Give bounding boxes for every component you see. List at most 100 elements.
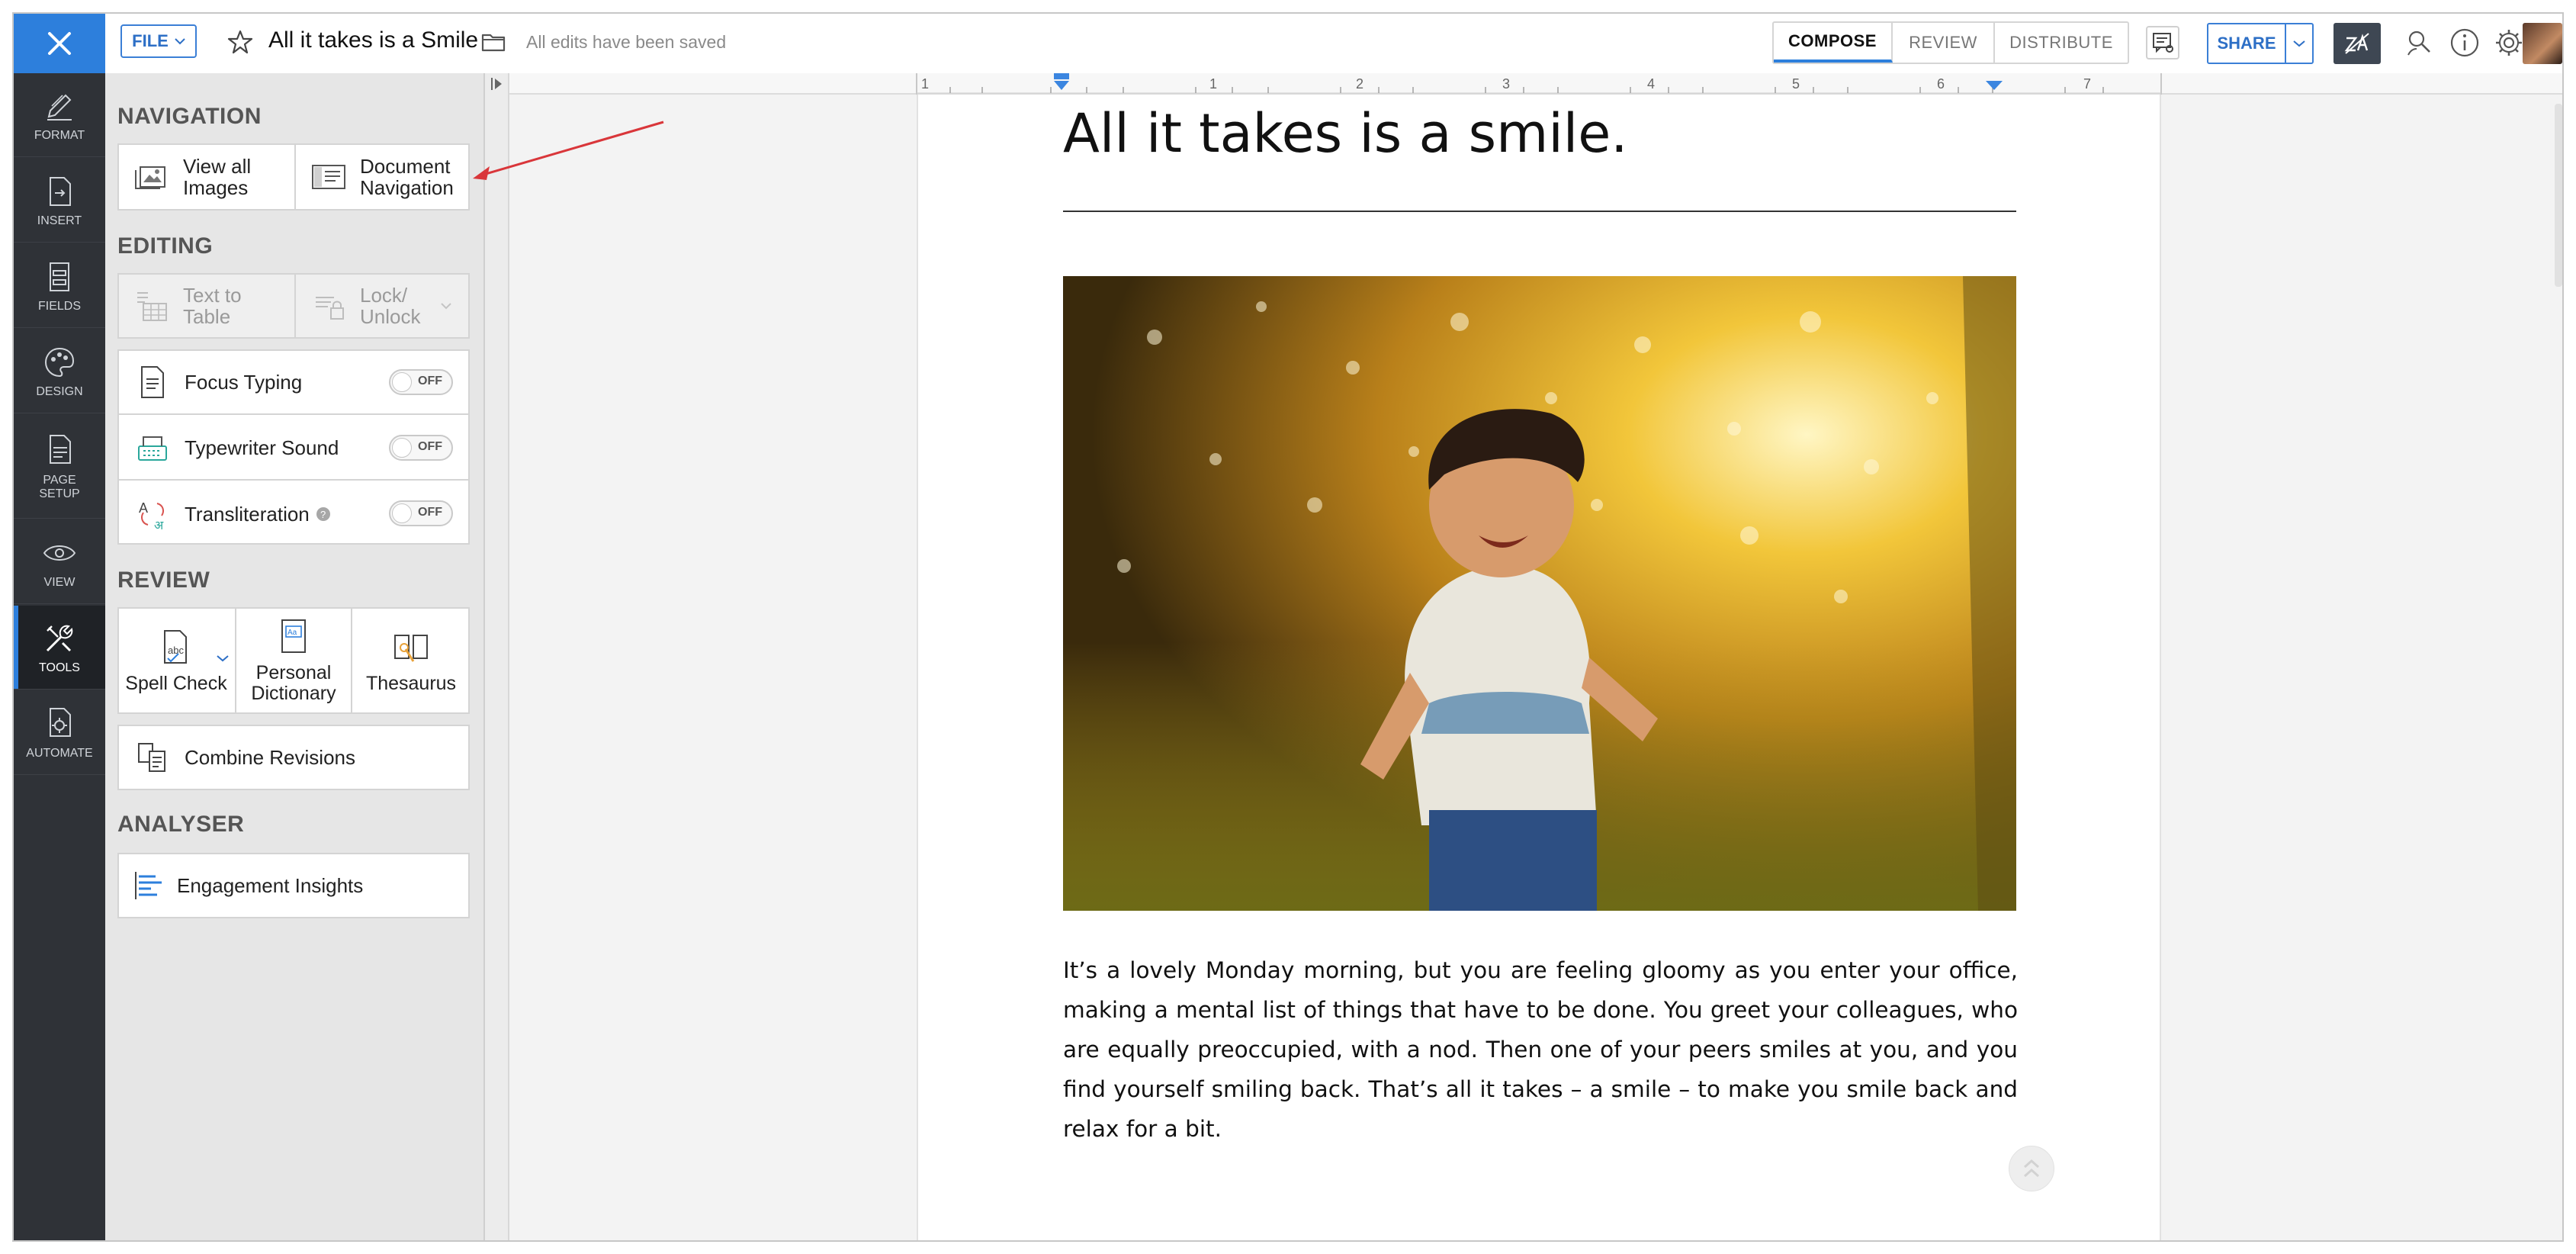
ruler-mark: 2 <box>1356 76 1363 92</box>
typewriter-sound-row: Typewriter Sound OFF <box>119 416 468 481</box>
rail-item-fields[interactable]: FIELDS <box>14 244 105 328</box>
transliteration-toggle[interactable]: OFF <box>389 500 453 526</box>
review-card: abc Spell Check Aa Personal Dictionary T… <box>117 607 470 714</box>
rail-item-label: FORMAT <box>34 128 85 142</box>
ruler-mark: 6 <box>1937 76 1945 92</box>
lock-unlock-label: Lock/ Unlock <box>360 284 421 328</box>
spell-check-icon: abc <box>164 629 187 664</box>
text-to-table-icon <box>137 292 167 321</box>
document-body-paragraph[interactable]: It’s a lovely Monday morning, but you ar… <box>1063 950 2018 1149</box>
toggle-state: OFF <box>418 506 442 519</box>
svg-text:abc: abc <box>168 645 184 656</box>
folder-icon[interactable] <box>480 29 506 55</box>
zia-assistant-button[interactable] <box>2333 23 2381 64</box>
info-icon[interactable] <box>2448 26 2481 59</box>
navigation-card: View all Images Document Navigation <box>117 143 470 211</box>
search-user-icon[interactable] <box>2402 26 2436 59</box>
transliteration-label: Transliteration <box>185 502 310 526</box>
ruler-mark: 1 <box>921 76 929 92</box>
chevron-down-icon[interactable] <box>441 302 451 310</box>
help-icon[interactable]: ? <box>316 506 331 522</box>
svg-text:अ: अ <box>154 519 164 532</box>
rail-item-page-setup[interactable]: PAGE SETUP <box>14 415 105 519</box>
thesaurus-label: Thesaurus <box>365 672 457 694</box>
view-all-images-button[interactable]: View all Images <box>119 145 294 209</box>
engagement-insights-label: Engagement Insights <box>177 873 364 897</box>
save-status: All edits have been saved <box>526 32 727 52</box>
personal-dictionary-button[interactable]: Aa Personal Dictionary <box>236 609 351 712</box>
tab-compose[interactable]: COMPOSE <box>1774 23 1893 63</box>
tab-review[interactable]: REVIEW <box>1893 23 1995 63</box>
collapse-panel-icon <box>491 78 502 90</box>
text-to-table-button[interactable]: Text to Table <box>119 275 294 337</box>
right-indent-marker[interactable] <box>1986 81 2003 90</box>
scroll-to-top-button[interactable] <box>2009 1146 2054 1191</box>
document-page[interactable]: All it takes is a smile. It’s a lovely M… <box>917 95 2161 1240</box>
view-all-images-label: View all Images <box>183 155 252 199</box>
left-indent-marker[interactable] <box>1054 81 1069 90</box>
document-navigation-button[interactable]: Document Navigation <box>296 145 470 209</box>
hero-image[interactable] <box>1063 276 2016 911</box>
chevron-up-icon <box>2024 1159 2039 1178</box>
top-bar: FILE All it takes is a Smile All edits h… <box>14 14 2562 75</box>
ruler-mark: 4 <box>1647 76 1655 92</box>
horizontal-ruler[interactable]: 1 1 2 3 4 5 6 7 <box>509 73 2562 95</box>
document-navigation-label: Document Navigation <box>360 155 454 199</box>
typewriter-sound-label: Typewriter Sound <box>185 436 339 459</box>
rail-item-automate[interactable]: AUTOMATE <box>14 691 105 775</box>
rail-item-format[interactable]: FORMAT <box>14 73 105 157</box>
typewriter-sound-toggle[interactable]: OFF <box>389 435 453 461</box>
insert-icon <box>50 176 71 206</box>
close-button[interactable] <box>14 14 105 73</box>
text-to-table-label: Text to Table <box>183 284 242 328</box>
mode-switcher: COMPOSE REVIEW DISTRIBUTE <box>1772 21 2129 64</box>
share-button[interactable]: SHARE <box>2207 23 2314 64</box>
document-title[interactable]: All it takes is a Smile <box>268 27 478 53</box>
lock-unlock-button[interactable]: Lock/ Unlock <box>296 275 470 337</box>
avatar[interactable] <box>2523 23 2562 64</box>
ruler-mark: 1 <box>1209 76 1217 92</box>
tools-icon <box>46 625 73 651</box>
review-section-title: REVIEW <box>117 568 210 593</box>
chevron-down-icon <box>175 38 185 45</box>
star-icon[interactable] <box>227 29 253 55</box>
ruler-mark: 5 <box>1792 76 1800 92</box>
comment-notification-icon[interactable] <box>2146 26 2179 59</box>
gear-icon[interactable] <box>2492 26 2526 59</box>
first-line-indent-marker[interactable] <box>1054 73 1069 79</box>
rail-item-insert[interactable]: INSERT <box>14 159 105 243</box>
engagement-insights-icon <box>135 872 162 899</box>
rail-item-tools[interactable]: TOOLS <box>14 606 105 690</box>
share-label: SHARE <box>2208 24 2286 63</box>
hero-image-graphic <box>1063 276 2016 911</box>
file-menu-button[interactable]: FILE <box>120 24 197 58</box>
rail-item-view[interactable]: VIEW <box>14 520 105 604</box>
typewriter-icon <box>138 436 167 461</box>
document-navigation-icon <box>312 165 345 189</box>
engagement-insights-button[interactable]: Engagement Insights <box>119 854 468 917</box>
chevron-down-icon[interactable] <box>217 654 229 662</box>
thesaurus-icon <box>394 634 428 662</box>
share-dropdown-button[interactable] <box>2286 24 2312 63</box>
document-workspace: 1 1 2 3 4 5 6 7 All it takes is a smile. <box>485 73 2562 1240</box>
left-rail: FORMAT INSERT FIELDS DESIGN PAGE SETUP V… <box>14 73 105 1240</box>
combine-revisions-button[interactable]: Combine Revisions <box>119 726 468 789</box>
transliteration-row: Aअ Transliteration ? OFF <box>119 482 468 546</box>
combine-revisions-card: Combine Revisions <box>117 725 470 790</box>
rail-item-label: TOOLS <box>39 661 80 674</box>
document-heading[interactable]: All it takes is a smile. <box>1063 102 1628 165</box>
focus-typing-toggle[interactable]: OFF <box>389 369 453 395</box>
panel-collapse-handle[interactable] <box>485 73 509 1240</box>
vertical-scrollbar[interactable] <box>2555 104 2562 287</box>
chevron-down-icon <box>2293 40 2305 47</box>
tab-distribute[interactable]: DISTRIBUTE <box>1995 23 2128 63</box>
thesaurus-button[interactable]: Thesaurus <box>352 609 470 712</box>
images-icon <box>135 166 165 189</box>
svg-text:Aa: Aa <box>287 629 297 637</box>
ruler-mark: 3 <box>1502 76 1510 92</box>
rail-item-label: VIEW <box>43 575 75 589</box>
rail-item-label: FIELDS <box>37 299 81 313</box>
app-window: FILE All it takes is a Smile All edits h… <box>12 12 2564 1242</box>
rail-item-design[interactable]: DESIGN <box>14 330 105 413</box>
toggle-state: OFF <box>418 440 442 453</box>
